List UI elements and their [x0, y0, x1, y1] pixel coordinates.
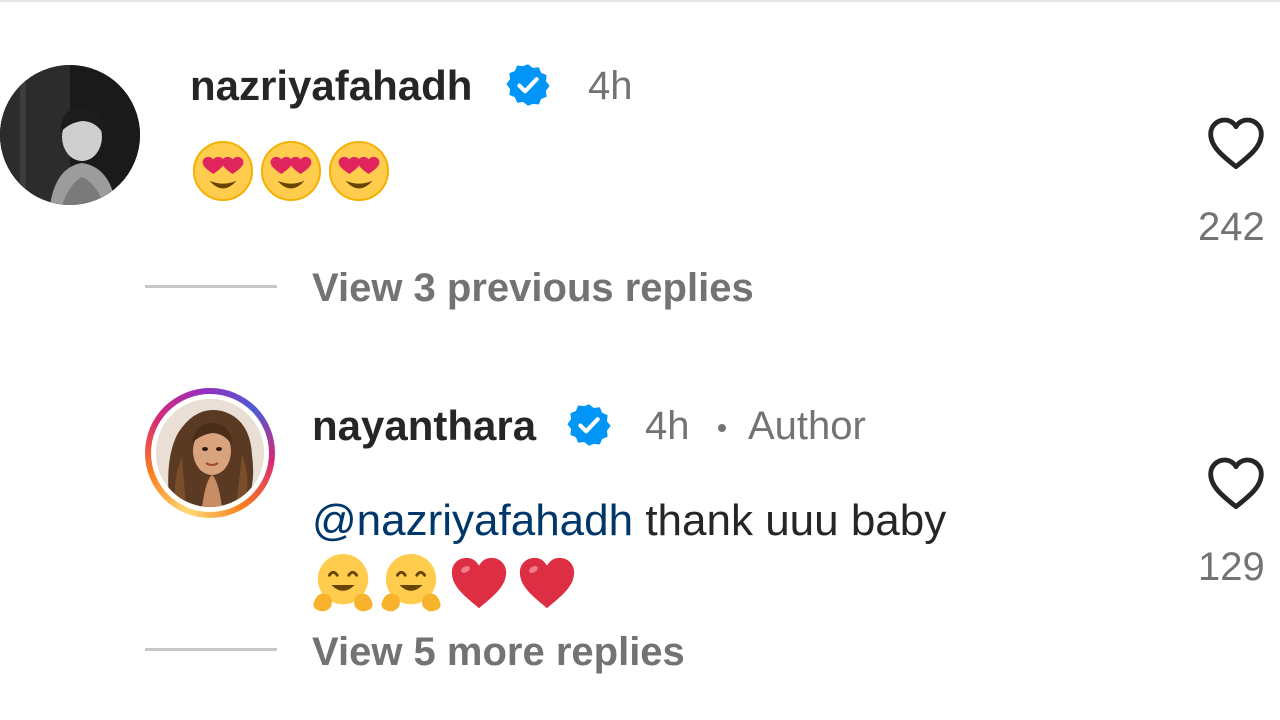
verified-badge-icon	[506, 64, 550, 106]
comment-text: @nazriyafahadh thank uuu baby	[312, 496, 946, 546]
avatar-nayanthara	[156, 399, 264, 507]
replies-divider-line	[145, 285, 277, 288]
heart-eyes-emoji-icon	[192, 140, 254, 202]
like-count: 129	[1198, 545, 1265, 589]
hugging-face-emoji-icon	[381, 553, 441, 612]
heart-eyes-emoji-icon	[260, 140, 322, 202]
red-heart-emoji-icon	[519, 557, 575, 609]
comment-emoji-text	[192, 140, 390, 202]
separator-dot	[718, 424, 726, 432]
story-ring[interactable]	[145, 388, 275, 518]
like-heart-icon[interactable]	[1204, 112, 1268, 176]
hugging-face-emoji-icon	[313, 553, 373, 612]
like-count: 242	[1198, 205, 1265, 249]
mention-link[interactable]: @nazriyafahadh	[312, 496, 633, 545]
comments-page: nazriyafahadh 4h 242 View 3 previous rep…	[0, 0, 1280, 720]
verified-badge-icon	[567, 404, 611, 446]
view-more-replies-button[interactable]: View 5 more replies	[312, 630, 685, 675]
comment-timestamp: 4h	[645, 404, 690, 448]
like-heart-icon[interactable]	[1204, 452, 1268, 516]
view-previous-replies-button[interactable]: View 3 previous replies	[312, 266, 754, 311]
comment-username[interactable]: nazriyafahadh	[190, 62, 472, 110]
comment-body: thank uuu baby	[645, 496, 947, 545]
top-divider	[0, 0, 1280, 2]
comment-emoji-text	[312, 552, 578, 614]
comment-timestamp: 4h	[588, 64, 633, 108]
author-label: Author	[748, 404, 866, 448]
avatar-nazriyafahadh[interactable]	[0, 65, 140, 205]
comment-username[interactable]: nayanthara	[312, 402, 536, 450]
heart-eyes-emoji-icon	[328, 140, 390, 202]
red-heart-emoji-icon	[451, 557, 507, 609]
replies-divider-line	[145, 648, 277, 651]
